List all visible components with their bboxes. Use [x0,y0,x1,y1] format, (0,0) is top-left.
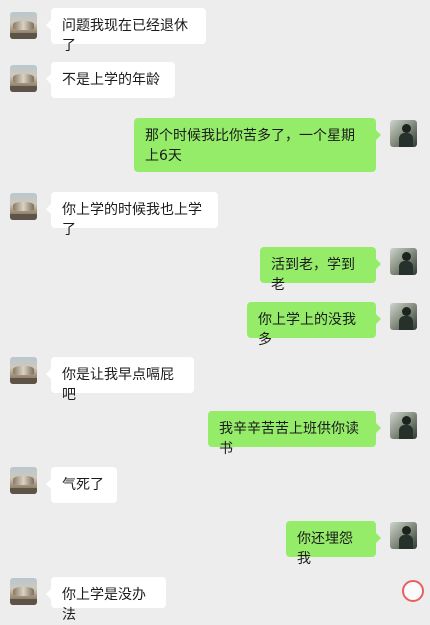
friend-avatar[interactable] [10,467,37,494]
message-text: 你还埋怨我 [297,531,353,567]
incoming-message-bubble[interactable]: 问题我现在已经退休了 [46,8,206,54]
weibo-logo-icon [402,580,424,602]
self-avatar[interactable] [390,522,417,549]
friend-avatar[interactable] [10,193,37,220]
incoming-message-bubble[interactable]: 你上学的时候我也上学了 [46,192,218,238]
message-text: 那个时候我比你苦多了，一个星期上6天 [145,128,355,164]
self-avatar[interactable] [390,248,417,275]
friend-avatar[interactable] [10,578,37,605]
message-text: 问题我现在已经退休了 [62,18,188,54]
friend-avatar[interactable] [10,357,37,384]
self-avatar[interactable] [390,303,417,330]
friend-avatar[interactable] [10,65,37,92]
message-text: 气死了 [62,477,104,493]
outgoing-message-bubble[interactable]: 那个时候我比你苦多了，一个星期上6天 [134,118,381,172]
outgoing-message-bubble[interactable]: 你上学上的没我多 [247,302,381,348]
message-text: 不是上学的年龄 [62,72,160,88]
message-text: 你上学的时候我也上学了 [62,202,202,238]
message-text: 活到老，学到老 [271,257,355,293]
friend-avatar[interactable] [10,12,37,39]
self-avatar[interactable] [390,412,417,439]
incoming-message-bubble[interactable]: 不是上学的年龄 [46,62,175,98]
message-text: 我辛辛苦苦上班供你读书 [219,421,359,457]
incoming-message-bubble[interactable]: 气死了 [46,467,117,503]
outgoing-message-bubble[interactable]: 你还埋怨我 [286,521,381,567]
message-text: 你上学上的没我多 [258,312,356,348]
message-text: 你是让我早点嗝屁吧 [62,367,174,403]
self-avatar[interactable] [390,120,417,147]
incoming-message-bubble[interactable]: 你上学是没办法 [46,577,166,623]
incoming-message-bubble[interactable]: 你是让我早点嗝屁吧 [46,357,194,403]
outgoing-message-bubble[interactable]: 我辛辛苦苦上班供你读书 [208,411,381,457]
message-text: 你上学是没办法 [62,587,146,623]
chat-conversation: 问题我现在已经退休了 不是上学的年龄 那个时候我比你苦多了，一个星期上6天 你上… [0,0,430,623]
outgoing-message-bubble[interactable]: 活到老，学到老 [260,247,381,293]
